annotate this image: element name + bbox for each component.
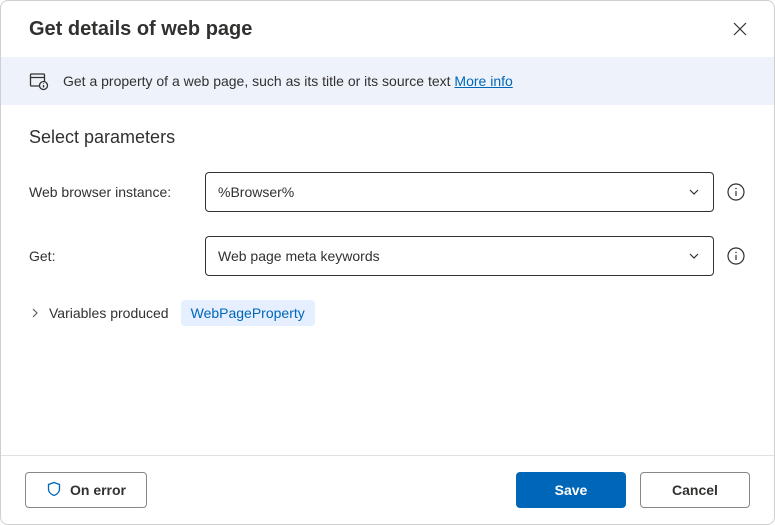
dropdown-value: Web page meta keywords bbox=[218, 248, 380, 264]
chevron-down-icon bbox=[687, 185, 701, 199]
variables-produced-toggle[interactable]: Variables produced bbox=[29, 305, 169, 321]
chevron-down-icon bbox=[687, 249, 701, 263]
save-button[interactable]: Save bbox=[516, 472, 626, 508]
web-page-details-icon bbox=[29, 71, 49, 91]
info-bar: Get a property of a web page, such as it… bbox=[1, 57, 774, 105]
dialog-body: Select parameters Web browser instance: … bbox=[1, 105, 774, 455]
chevron-right-icon bbox=[29, 308, 41, 318]
dropdown-web-browser-instance[interactable]: %Browser% bbox=[205, 172, 714, 212]
on-error-button[interactable]: On error bbox=[25, 472, 147, 508]
info-text: Get a property of a web page, such as it… bbox=[63, 73, 454, 89]
close-icon bbox=[733, 22, 747, 36]
dropdown-get[interactable]: Web page meta keywords bbox=[205, 236, 714, 276]
info-icon-get[interactable] bbox=[726, 246, 746, 266]
variable-chip-webpageproperty[interactable]: WebPageProperty bbox=[181, 300, 315, 326]
on-error-label: On error bbox=[70, 482, 126, 498]
variables-produced-row: Variables produced WebPageProperty bbox=[29, 300, 746, 326]
cancel-label: Cancel bbox=[672, 482, 718, 498]
dialog-footer: On error Save Cancel bbox=[1, 455, 774, 524]
section-title-select-parameters: Select parameters bbox=[29, 127, 746, 148]
footer-actions: Save Cancel bbox=[516, 472, 750, 508]
save-label: Save bbox=[555, 482, 588, 498]
field-get: Get: Web page meta keywords bbox=[29, 236, 746, 276]
cancel-button[interactable]: Cancel bbox=[640, 472, 750, 508]
dialog-get-details-of-web-page: Get details of web page Get a property o… bbox=[0, 0, 775, 525]
info-icon-web-browser-instance[interactable] bbox=[726, 182, 746, 202]
dialog-title: Get details of web page bbox=[29, 18, 252, 41]
dropdown-value: %Browser% bbox=[218, 184, 294, 200]
close-button[interactable] bbox=[726, 15, 754, 43]
info-text-wrap: Get a property of a web page, such as it… bbox=[63, 73, 513, 89]
label-get: Get: bbox=[29, 248, 193, 264]
field-web-browser-instance: Web browser instance: %Browser% bbox=[29, 172, 746, 212]
title-bar: Get details of web page bbox=[1, 1, 774, 57]
variables-produced-label: Variables produced bbox=[49, 305, 169, 321]
label-web-browser-instance: Web browser instance: bbox=[29, 184, 193, 200]
shield-icon bbox=[46, 481, 62, 500]
more-info-link[interactable]: More info bbox=[454, 73, 512, 89]
